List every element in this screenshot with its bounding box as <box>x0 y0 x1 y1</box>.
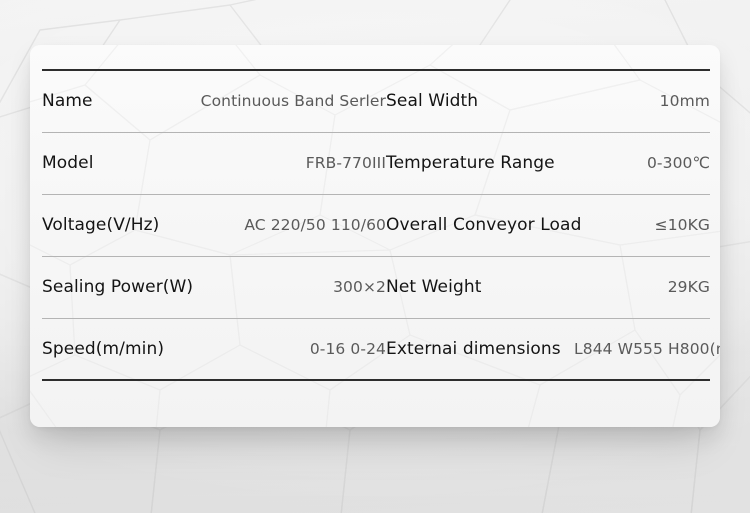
table-row: Voltage(V/Hz) AC 220/50 110/60 Overall C… <box>42 193 710 257</box>
spec-label-sealing-power: Sealing Power(W) <box>42 255 194 319</box>
spec-label-seal-width: Seal Width <box>386 69 574 133</box>
specification-table: Name Continuous Band Serler Seal Width 1… <box>42 69 720 381</box>
spec-card: Name Continuous Band Serler Seal Width 1… <box>30 45 720 427</box>
spec-label-net-weight: Net Weight <box>386 255 574 319</box>
spec-value-external-dimensions: L844 W555 H800(mm) <box>574 317 720 381</box>
spec-value-name: Continuous Band Serler <box>194 69 386 133</box>
spec-value-sealing-power: 300×2 <box>194 255 386 319</box>
spec-value-seal-width: 10mm <box>574 69 710 133</box>
page-root: Name Continuous Band Serler Seal Width 1… <box>0 0 750 513</box>
spec-value-net-weight: 29KG <box>574 255 710 319</box>
spec-label-temperature-range: Temperature Range <box>386 131 574 195</box>
spec-label-overall-conveyor-load: Overall Conveyor Load <box>386 193 581 257</box>
spec-label-external-dimensions: Externai dimensions <box>386 317 574 381</box>
table-row: Speed(m/min) 0-16 0-24 Externai dimensio… <box>42 317 720 381</box>
table-row: Sealing Power(W) 300×2 Net Weight 29KG <box>42 255 710 319</box>
spec-label-external-dimensions-text: Externai dimensions <box>386 338 561 359</box>
table-row: Name Continuous Band Serler Seal Width 1… <box>42 69 710 133</box>
spec-value-temperature-range: 0-300℃ <box>574 131 710 195</box>
spec-value-model: FRB-770III <box>194 131 386 195</box>
spec-label-name: Name <box>42 69 194 133</box>
spec-value-speed: 0-16 0-24 <box>194 317 386 381</box>
spec-value-voltage: AC 220/50 110/60 <box>194 193 386 257</box>
spec-label-model: Model <box>42 131 194 195</box>
spec-value-overall-conveyor-load: ≤10KG <box>574 193 710 257</box>
spec-label-voltage: Voltage(V/Hz) <box>42 193 194 257</box>
spec-label-speed: Speed(m/min) <box>42 317 194 381</box>
table-row: Model FRB-770III Temperature Range 0-300… <box>42 131 710 195</box>
